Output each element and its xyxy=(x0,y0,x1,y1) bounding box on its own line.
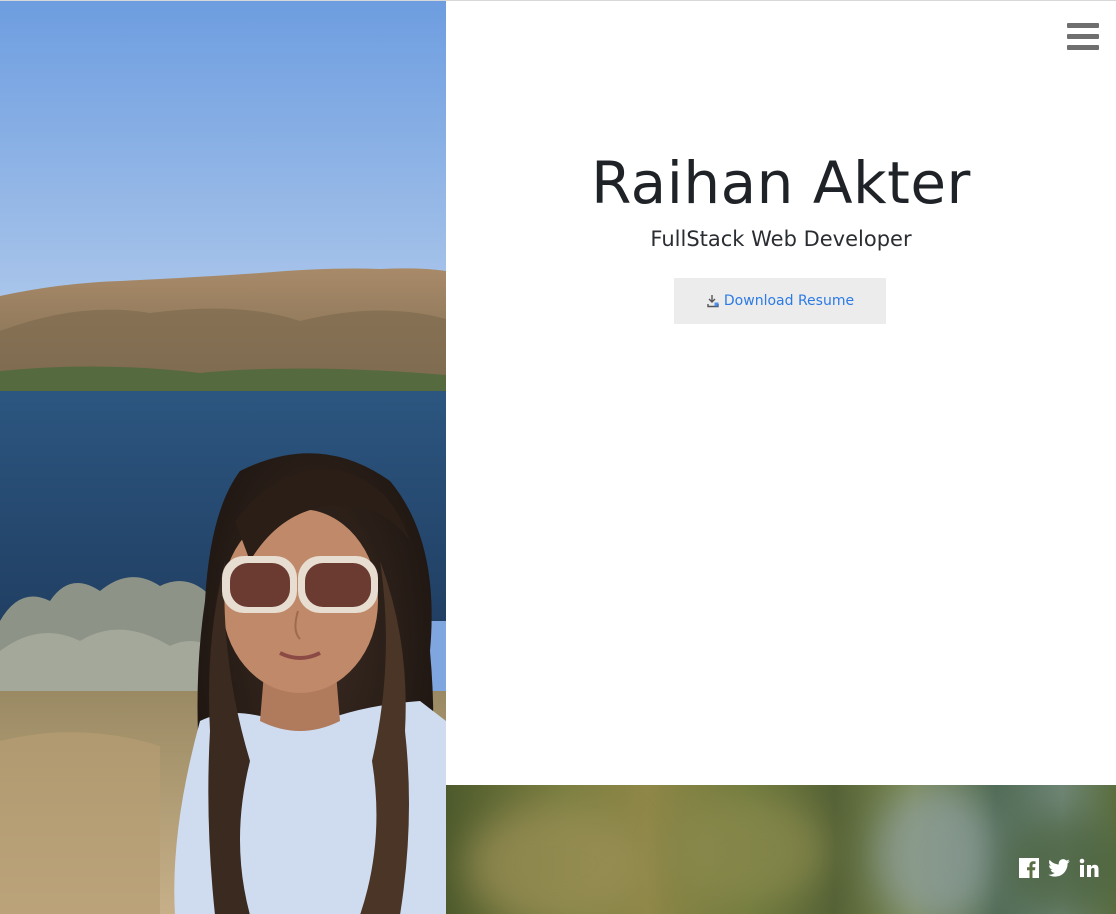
social-links xyxy=(1018,857,1100,879)
hero-section: Raihan Akter FullStack Web Developer Dow… xyxy=(446,1,1116,785)
twitter-icon[interactable] xyxy=(1048,857,1070,879)
footer-background-image xyxy=(446,785,1116,914)
download-resume-label: Download Resume xyxy=(723,293,855,309)
download-resume-button[interactable]: Download Resume xyxy=(674,278,886,324)
linkedin-icon[interactable] xyxy=(1078,857,1100,879)
facebook-icon[interactable] xyxy=(1018,857,1040,879)
profile-name: Raihan Akter xyxy=(591,149,971,217)
profile-role: FullStack Web Developer xyxy=(650,227,912,251)
hamburger-menu-icon[interactable] xyxy=(1067,23,1099,51)
portfolio-page: Raihan Akter FullStack Web Developer Dow… xyxy=(0,0,1116,914)
menu-bar-middle xyxy=(1067,34,1099,39)
menu-bar-bottom xyxy=(1067,45,1099,50)
download-icon xyxy=(706,294,720,308)
menu-bar-top xyxy=(1067,23,1099,28)
profile-photo xyxy=(0,1,446,914)
